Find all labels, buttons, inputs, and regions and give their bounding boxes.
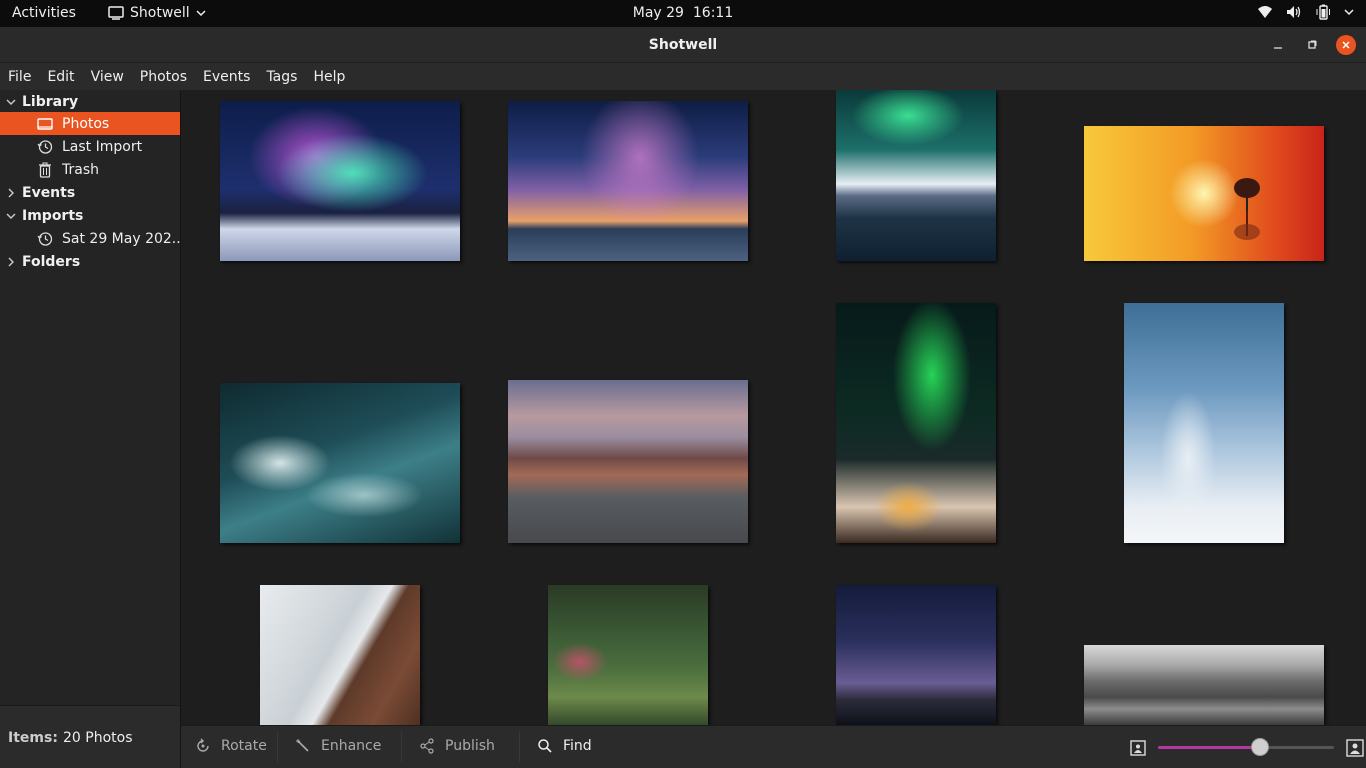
- sidebar-item-library[interactable]: Library: [0, 90, 180, 113]
- chevron-down-icon: [1344, 9, 1354, 16]
- sidebar-item-label: Trash: [62, 161, 99, 178]
- menu-edit[interactable]: Edit: [39, 63, 82, 90]
- menu-photos[interactable]: Photos: [132, 63, 195, 90]
- sidebar-item-label: Last Import: [62, 138, 143, 155]
- sidebar-item-events[interactable]: Events: [0, 181, 180, 204]
- photo-thumbnail[interactable]: [548, 585, 708, 725]
- close-icon: [1342, 41, 1350, 49]
- clock[interactable]: May 29 16:11: [0, 5, 1366, 21]
- menu-events[interactable]: Events: [195, 63, 258, 90]
- trash-icon: [39, 162, 51, 178]
- sidebar-item-label: Photos: [62, 115, 110, 132]
- sidebar-item-import-date[interactable]: Sat 29 May 202...: [0, 227, 185, 250]
- find-button[interactable]: Find: [537, 738, 592, 754]
- items-label: Items:: [8, 730, 58, 746]
- maximize-button[interactable]: [1302, 35, 1322, 55]
- zoom-slider-fill: [1158, 746, 1261, 749]
- window-title: Shotwell: [648, 37, 718, 53]
- photo-thumbnail[interactable]: [260, 585, 420, 725]
- window-controls: [1268, 35, 1356, 55]
- sidebar-item-label: Sat 29 May 202...: [62, 230, 186, 247]
- wifi-icon: [1258, 6, 1272, 18]
- sidebar-item-photos[interactable]: Photos: [0, 112, 180, 135]
- battery-icon: [1316, 4, 1330, 20]
- sidebar-item-folders[interactable]: Folders: [0, 250, 180, 273]
- photo-thumbnail[interactable]: [836, 303, 996, 543]
- menu-tags[interactable]: Tags: [258, 63, 305, 90]
- history-icon: [37, 139, 53, 154]
- minimize-button[interactable]: [1268, 35, 1288, 55]
- menu-bar: File Edit View Photos Events Tags Help: [0, 63, 1366, 90]
- photo-thumbnail[interactable]: [836, 585, 996, 725]
- rotate-button[interactable]: Rotate: [195, 738, 267, 754]
- chevron-right-icon: [8, 257, 14, 266]
- chevron-down-icon: [6, 213, 16, 219]
- sidebar-item-label: Folders: [22, 253, 81, 270]
- chevron-right-icon: [8, 188, 14, 197]
- photo-thumbnail[interactable]: [1084, 126, 1324, 261]
- sidebar-item-trash[interactable]: Trash: [0, 158, 180, 181]
- volume-icon: [1287, 6, 1301, 18]
- zoom-in-icon[interactable]: [1346, 739, 1364, 757]
- photo-thumbnail[interactable]: [1124, 303, 1284, 543]
- sidebar-item-last-import[interactable]: Last Import: [0, 135, 180, 158]
- photo-thumbnail[interactable]: [508, 101, 748, 261]
- photo-grid[interactable]: [181, 90, 1366, 725]
- sidebar: Library Photos Last Import Trash Events …: [0, 90, 185, 705]
- toolbar-separator: [401, 732, 402, 762]
- menu-file[interactable]: File: [0, 63, 39, 90]
- zoom-slider[interactable]: [1158, 738, 1334, 756]
- enhance-button[interactable]: Enhance: [295, 738, 381, 754]
- toolbar-separator: [519, 732, 520, 762]
- photo-thumbnail[interactable]: [836, 90, 996, 261]
- status-box: Items: 20 Photos: [0, 705, 180, 768]
- top-bar: Activities Shotwell May 29 16:11: [0, 0, 1366, 27]
- menu-view[interactable]: View: [83, 63, 132, 90]
- rotate-label: Rotate: [221, 738, 267, 754]
- find-label: Find: [563, 738, 592, 754]
- sidebar-item-imports[interactable]: Imports: [0, 204, 180, 227]
- clock-time: 16:11: [692, 5, 734, 21]
- photo-thumbnail[interactable]: [220, 101, 460, 261]
- menu-help[interactable]: Help: [305, 63, 353, 90]
- close-button[interactable]: [1336, 35, 1356, 55]
- zoom-slider-handle[interactable]: [1251, 738, 1270, 756]
- search-icon: [538, 739, 552, 753]
- photo-thumbnail[interactable]: [1084, 645, 1324, 725]
- maximize-icon: [1308, 40, 1317, 49]
- clock-date: May 29: [632, 5, 684, 21]
- enhance-label: Enhance: [321, 738, 382, 754]
- items-count: 20 Photos: [63, 730, 133, 746]
- magic-wand-icon: [296, 739, 309, 752]
- title-bar[interactable]: Shotwell: [0, 27, 1366, 63]
- sidebar-item-label: Imports: [22, 207, 84, 224]
- rotate-icon: [197, 738, 209, 752]
- system-tray[interactable]: [1257, 4, 1354, 20]
- publish-button[interactable]: Publish: [419, 738, 495, 754]
- minimize-icon: [1274, 47, 1282, 49]
- publish-label: Publish: [445, 738, 495, 754]
- share-icon: [420, 738, 434, 754]
- toolbar-separator: [277, 732, 278, 762]
- zoom-out-icon[interactable]: [1130, 740, 1146, 756]
- photo-thumbnail[interactable]: [508, 380, 748, 543]
- photo-thumbnail[interactable]: [220, 383, 460, 543]
- sidebar-item-label: Library: [22, 93, 79, 110]
- photos-icon: [37, 117, 53, 130]
- chevron-down-icon: [6, 99, 16, 105]
- bottom-toolbar: Rotate Enhance Publish Find: [181, 725, 1366, 768]
- sidebar-item-label: Events: [22, 184, 76, 201]
- tree-silhouette-icon: [1234, 178, 1260, 240]
- history-icon: [37, 231, 53, 246]
